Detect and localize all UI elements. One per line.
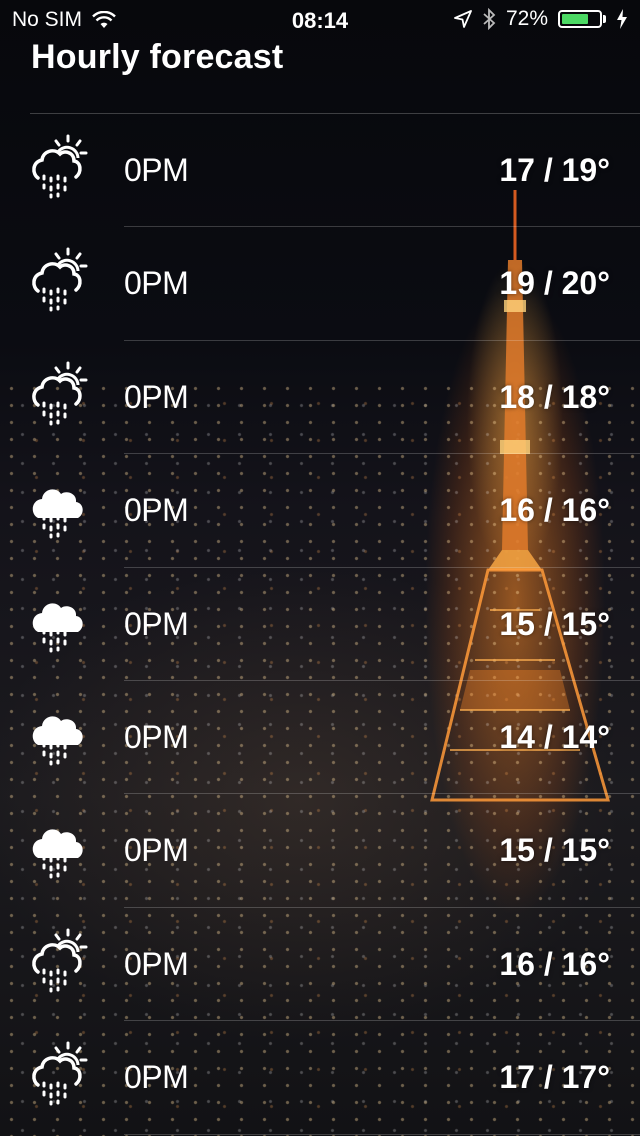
forecast-time: 0PM — [124, 832, 189, 869]
cloud-moon-rain-icon — [32, 593, 86, 653]
cloud-sun-rain-icon — [32, 928, 88, 993]
forecast-time: 0PM — [124, 945, 189, 982]
forecast-temp: 16 / 16° — [499, 945, 610, 982]
forecast-time: 0PM — [124, 605, 189, 642]
forecast-time: 0PM — [124, 1059, 189, 1096]
battery-icon — [558, 10, 602, 28]
forecast-temp: 16 / 16° — [499, 492, 610, 529]
forecast-time: 0PM — [124, 718, 189, 755]
location-arrow-icon — [454, 10, 472, 28]
page-title: Hourly forecast — [31, 38, 284, 76]
forecast-temp: 18 / 18° — [499, 378, 610, 415]
forecast-temp: 17 / 17° — [499, 1059, 610, 1096]
cloud-sun-rain-icon — [32, 361, 88, 426]
charging-bolt-icon — [617, 9, 627, 29]
row-divider — [124, 1133, 640, 1135]
forecast-row-2: 0PM 19 / 20° — [0, 227, 640, 341]
cloud-sun-rain-icon — [32, 134, 88, 199]
forecast-row-3: 0PM 18 / 18° — [0, 341, 640, 455]
forecast-row-4: 0PM 16 / 16° — [0, 454, 640, 568]
forecast-time: 0PM — [124, 152, 189, 188]
forecast-row-7: 0PM 15 / 15° — [0, 794, 640, 908]
forecast-temp: 17 / 19° — [499, 152, 610, 188]
forecast-temp: 15 / 15° — [499, 605, 610, 642]
cloud-sun-rain-icon — [32, 247, 88, 312]
forecast-temp: 19 / 20° — [499, 265, 610, 302]
forecast-row-9: 0PM 17 / 17° — [0, 1021, 640, 1135]
forecast-row-6: 0PM 14 / 14° — [0, 681, 640, 795]
cloud-sun-rain-icon — [32, 1041, 88, 1106]
bluetooth-icon — [483, 8, 496, 30]
forecast-time: 0PM — [124, 378, 189, 415]
status-bar: No SIM 08:14 72% — [0, 0, 640, 40]
battery-percent: 72% — [505, 7, 548, 30]
cloud-moon-rain-icon — [32, 820, 86, 879]
forecast-row-5: 0PM 15 / 15° — [0, 568, 640, 681]
cloud-moon-rain-icon — [32, 706, 86, 766]
forecast-time: 0PM — [124, 492, 189, 529]
forecast-temp: 15 / 15° — [499, 832, 610, 869]
forecast-row-1: 0PM 17 / 19° — [0, 114, 640, 228]
forecast-row-8: 0PM 16 / 16° — [0, 908, 640, 1022]
forecast-temp: 14 / 14° — [499, 718, 610, 755]
cloud-moon-rain-icon — [32, 480, 86, 539]
forecast-time: 0PM — [124, 265, 189, 302]
hourly-forecast-list: 0PM 17 / 19° 0PM 19 / 20° 0PM 18 / 18° 0… — [0, 114, 640, 1135]
